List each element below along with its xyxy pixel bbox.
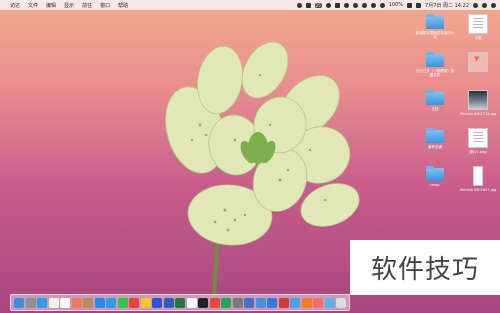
mail-icon[interactable] [290, 297, 300, 308]
folder-icon [426, 128, 444, 143]
icon-label: 新建数字激励发布活动计划 [415, 31, 455, 39]
wifi-icon[interactable] [370, 2, 376, 8]
menu-bar: 访达 文件 编辑 显示 前往 窗口 帮助 25 100% 7月7日 周二 14:… [0, 0, 500, 10]
network-icon[interactable] [244, 297, 254, 308]
sysprefs-icon[interactable] [232, 297, 243, 308]
bluetooth-icon[interactable] [361, 2, 367, 8]
desktop-image-3[interactable]: Wechat IMG1657.jpg [458, 166, 498, 192]
status-icon-3[interactable] [325, 2, 331, 8]
battery-icon[interactable] [407, 2, 413, 8]
desktop-folder-2[interactable]: 日行万步（一样健康）新建文件 [415, 52, 455, 77]
desktop-folder-4[interactable]: 营养品通 [415, 128, 455, 149]
trash-icon[interactable] [336, 297, 346, 308]
search-icon[interactable] [473, 2, 478, 8]
wechat-icon[interactable] [117, 297, 128, 308]
notification-badge[interactable]: 25 [314, 2, 322, 8]
folder-icon [426, 90, 444, 105]
icon-label: 下载 [474, 36, 482, 40]
photos-icon[interactable] [71, 297, 82, 308]
folder-icon [426, 52, 444, 67]
status-icon-2[interactable] [305, 2, 311, 8]
desktop-folder-3[interactable]: 文档 [415, 90, 455, 111]
excel-icon[interactable] [175, 297, 185, 308]
document-icon [468, 14, 488, 34]
launchpad-icon[interactable] [25, 297, 36, 308]
status-icon-6[interactable] [352, 2, 358, 8]
icon-label: Wechat IMG1712.jpg [459, 112, 497, 116]
desktop-folder-1[interactable]: 新建数字激励发布活动计划 [415, 14, 455, 39]
image-thumbnail-icon [473, 166, 483, 186]
notification-center-icon[interactable] [491, 2, 496, 8]
image-thumbnail-icon [468, 128, 488, 148]
input-method-icon[interactable] [416, 2, 422, 8]
desktop-file-pink[interactable] [458, 52, 498, 74]
desktop: 访达 文件 编辑 显示 前往 窗口 帮助 25 100% 7月7日 周二 14:… [0, 0, 500, 313]
volume-icon[interactable] [379, 2, 385, 8]
battery-percent[interactable]: 100% [389, 2, 403, 8]
menu-clock[interactable]: 7月7日 周二 14:22 [425, 2, 469, 9]
word-icon[interactable] [163, 297, 174, 308]
folder-icon [426, 166, 444, 181]
icon-label: Wechat IMG1657.jpg [459, 188, 497, 192]
terminal-icon[interactable] [198, 297, 208, 308]
safari-icon[interactable] [37, 297, 47, 308]
icon-label: 日行万步（一样健康）新建文件 [415, 69, 455, 77]
vpn-icon[interactable] [255, 297, 266, 308]
menu-finder[interactable]: 访达 [10, 2, 20, 9]
menu-help[interactable]: 帮助 [118, 2, 128, 9]
menu-view[interactable]: 显示 [64, 2, 74, 9]
menu-edit[interactable]: 编辑 [46, 2, 56, 9]
keynote-icon[interactable] [301, 297, 312, 308]
finder-icon[interactable] [14, 297, 24, 308]
textedit-icon[interactable] [186, 297, 197, 308]
wps-icon[interactable] [209, 297, 220, 308]
appstore-icon[interactable] [94, 297, 105, 308]
numbers-icon[interactable] [221, 297, 231, 308]
status-icon-4[interactable] [334, 2, 340, 8]
flower-wallpaper [165, 41, 360, 300]
xunlei-icon[interactable] [267, 297, 277, 308]
menu-window[interactable]: 窗口 [100, 2, 110, 9]
status-icon-1[interactable] [296, 2, 302, 8]
qqmusic-icon[interactable] [140, 297, 151, 308]
baidu-icon[interactable] [152, 297, 162, 308]
notes-icon[interactable] [48, 297, 59, 308]
qq-icon[interactable] [106, 297, 116, 308]
icon-label: 营养品通 [428, 145, 442, 149]
icon-label: 图片1.png [469, 150, 487, 154]
desktop-image-1[interactable]: Wechat IMG1712.jpg [458, 90, 498, 116]
desktop-file-download[interactable]: 下载 [458, 14, 498, 40]
menu-file[interactable]: 文件 [28, 2, 38, 9]
dock [10, 294, 350, 311]
record-icon[interactable] [278, 297, 289, 308]
image-thumbnail-icon [468, 90, 488, 110]
status-area: 25 100% 7月7日 周二 14:22 [296, 2, 496, 9]
icon-label: temp [430, 183, 440, 187]
pinwheel-icon[interactable] [313, 297, 323, 308]
folder-icon[interactable] [324, 297, 335, 308]
status-icon-5[interactable] [343, 2, 349, 8]
desktop-folder-5[interactable]: temp [415, 166, 455, 187]
desktop-image-2[interactable]: 图片1.png [458, 128, 498, 154]
watermark: 软件技巧 [350, 240, 500, 295]
contacts-icon[interactable] [83, 297, 93, 308]
menu-go[interactable]: 前往 [82, 2, 92, 9]
chrome-icon[interactable] [129, 297, 139, 308]
download-arrow-icon [468, 52, 488, 72]
reminders-icon[interactable] [60, 297, 70, 308]
siri-icon[interactable] [482, 2, 487, 8]
folder-icon [426, 14, 444, 29]
icon-label: 文档 [431, 107, 439, 111]
